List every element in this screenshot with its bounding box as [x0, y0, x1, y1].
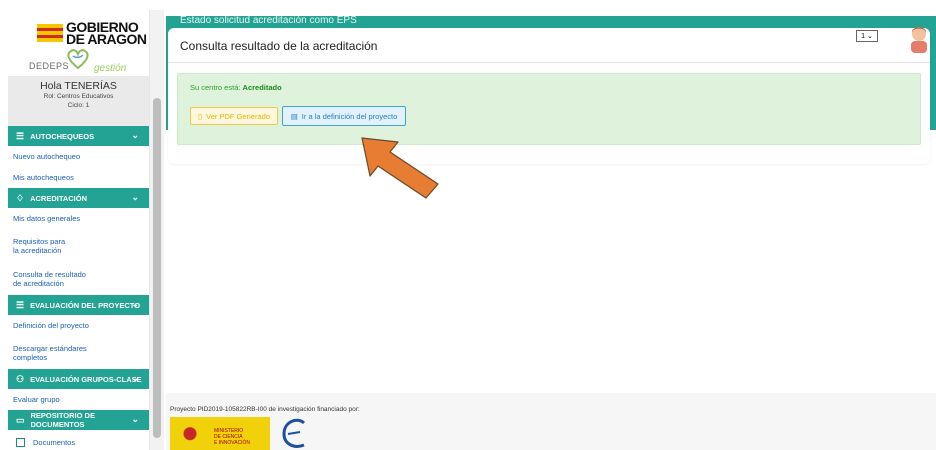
user-info: Hola TENERÍAS Rol: Centros Educativos Ci… — [8, 76, 149, 126]
e-logo-icon — [282, 418, 306, 448]
sidebar-item-mis-datos-generales[interactable]: Mis datos generales — [8, 208, 149, 229]
sidebar-item-definicion-proyecto[interactable]: Definición del proyecto — [8, 315, 149, 336]
section-label: EVALUACIÓN GRUPOS-CLASE — [30, 374, 142, 384]
sidebar: GOBIERNO DE ARAGON DEDEPS gestión Hola T… — [8, 10, 150, 450]
footer-text: Proyecto PID2019-105822RB-I00 de investi… — [170, 406, 360, 413]
section-evaluacion-proyecto[interactable]: ☰ EVALUACIÓN DEL PROYECTO ⌄ — [8, 295, 149, 315]
header-band-title: Estado solicitud acreditación como EPS — [180, 15, 357, 26]
sidebar-scrollbar[interactable] — [150, 10, 164, 450]
section-label: ACREDITACIÓN — [30, 193, 88, 203]
button-label: Ir a la definición del proyecto — [301, 111, 398, 121]
page-title: Consulta resultado de la acreditación — [180, 39, 378, 53]
gobierno-aragon-logo: GOBIERNO DE ARAGON — [66, 20, 147, 47]
section-autochequeos[interactable]: ☰ AUTOCHEQUEOS ⌄ — [8, 126, 149, 146]
sidebar-item-label: completos — [13, 353, 48, 362]
chevron-down-icon: ⌄ — [131, 414, 139, 424]
section-acreditacion[interactable]: ♢ ACREDITACIÓN ⌄ — [8, 188, 149, 208]
aragon-flag-icon — [37, 24, 63, 42]
sidebar-item-label: de acreditación — [13, 279, 64, 288]
pdf-icon: ▯ — [198, 111, 203, 121]
ministerio-line: E INNOVACIÓN — [214, 440, 251, 446]
chevron-down-icon: ⌄ — [131, 373, 139, 383]
users-icon: ⚇ — [16, 373, 25, 384]
status-prefix: Su centro está: — [190, 83, 241, 92]
avatar[interactable] — [906, 25, 932, 53]
sidebar-item-documentos[interactable]: Documentos — [8, 430, 149, 450]
sidebar-item-label: Descargar estándares — [13, 344, 87, 353]
heart-logo-icon — [67, 49, 89, 70]
sidebar-item-evaluar-grupo[interactable]: Evaluar grupo — [8, 389, 149, 410]
go-to-project-definition-button[interactable]: ▤ Ir a la definición del proyecto — [282, 106, 406, 126]
list-icon: ▤ — [290, 111, 298, 121]
spain-coat-of-arms-icon — [180, 422, 200, 448]
logo-line-2: DE ARAGON — [66, 31, 147, 47]
chevron-down-icon: ⌄ — [131, 130, 139, 140]
sidebar-item-requisitos[interactable]: Requisitos para la acreditación — [8, 229, 149, 262]
section-evaluacion-grupos[interactable]: ⚇ EVALUACIÓN GRUPOS-CLASE ⌄ — [8, 369, 149, 389]
status-text: Su centro está: Acreditado — [190, 83, 282, 92]
section-label: EVALUACIÓN DEL PROYECTO — [30, 300, 141, 310]
logo-area: GOBIERNO DE ARAGON DEDEPS gestión — [8, 10, 149, 76]
section-label: AUTOCHEQUEOS — [30, 131, 95, 141]
chevron-down-icon: ⌄ — [131, 192, 139, 202]
chevron-down-icon: ⌄ — [131, 299, 139, 309]
document-icon — [16, 437, 25, 447]
dedeps-label: DEDEPS — [29, 61, 70, 71]
sidebar-item-label: Consulta de resultado — [13, 270, 86, 279]
list-icon: ☰ — [16, 130, 25, 141]
user-role: Rol: Centros Educativos — [43, 93, 114, 100]
scrollbar-thumb[interactable] — [153, 98, 161, 438]
view-pdf-button[interactable]: ▯ Ver PDF Generado — [190, 107, 278, 125]
user-cycle: Ciclo: 1 — [67, 102, 90, 109]
gestion-label: gestión — [94, 63, 127, 74]
button-label: Ver PDF Generado — [206, 111, 270, 121]
sidebar-item-consulta-resultado[interactable]: Consulta de resultado de acreditación — [8, 262, 149, 295]
user-greeting: Hola TENERÍAS — [40, 80, 117, 92]
page-select-value: 1 — [861, 32, 866, 40]
orange-arrow-annotation — [361, 137, 439, 199]
ministerio-text: MINISTERIO DE CIENCIA E INNOVACIÓN — [214, 428, 250, 446]
divider — [168, 62, 930, 63]
sidebar-item-label: la acreditación — [13, 246, 62, 255]
ministerio-logo: MINISTERIO DE CIENCIA E INNOVACIÓN — [170, 417, 270, 450]
section-repositorio[interactable]: ▭ REPOSITORIO DE DOCUMENTOS ⌄ — [8, 410, 149, 430]
sidebar-item-descargar-estandares[interactable]: Descargar estándares completos — [8, 336, 149, 369]
sidebar-item-mis-autochequeos[interactable]: Mis autochequeos — [8, 167, 149, 188]
medal-icon: ♢ — [16, 192, 25, 203]
list-icon: ☰ — [16, 299, 25, 310]
status-value: Acreditado — [242, 83, 282, 92]
folder-icon: ▭ — [16, 414, 25, 425]
sidebar-item-nuevo-autochequeo[interactable]: Nuevo autochequeo — [8, 146, 149, 167]
page-select[interactable]: 1 ⌄ — [856, 30, 878, 42]
sidebar-item-label: Requisitos para — [13, 237, 66, 246]
chevron-down-icon: ⌄ — [867, 33, 873, 40]
sidebar-item-label: Documentos — [33, 437, 76, 447]
